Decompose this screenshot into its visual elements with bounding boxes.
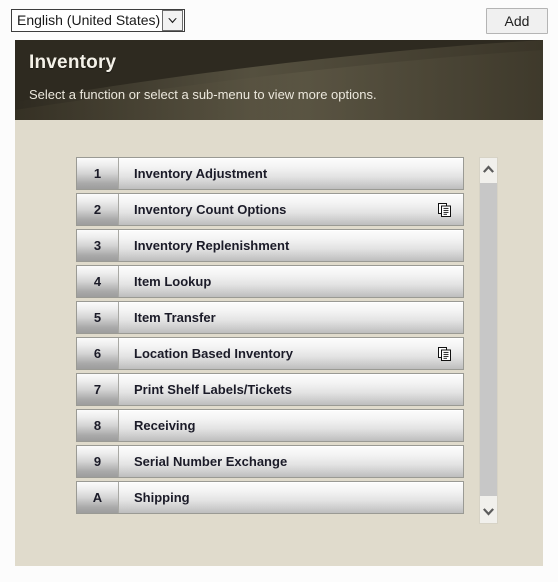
menu-item-label: Location Based Inventory [134, 346, 293, 361]
menu-item-label: Item Lookup [134, 274, 212, 289]
menu-item[interactable]: 4 Item Lookup [76, 265, 464, 298]
menu-item-label: Inventory Count Options [134, 202, 287, 217]
menu-item[interactable]: 2 Inventory Count Options [76, 193, 464, 226]
menu-item-label: Item Transfer [134, 310, 216, 325]
menu-item-key: 7 [77, 374, 119, 405]
menu-item[interactable]: A Shipping [76, 481, 464, 514]
menu-item-label: Print Shelf Labels/Tickets [134, 382, 292, 397]
menu-item-label: Inventory Replenishment [134, 238, 290, 253]
menu-scrollbar[interactable] [479, 157, 498, 524]
scroll-down-button[interactable] [480, 501, 497, 523]
menu-item-key: 9 [77, 446, 119, 477]
menu-item[interactable]: 3 Inventory Replenishment [76, 229, 464, 262]
menu-item-key: 5 [77, 302, 119, 333]
page-header: Inventory Select a function or select a … [15, 40, 543, 120]
menu-item-key: A [77, 482, 119, 513]
chevron-down-icon [482, 507, 495, 517]
page-title: Inventory [29, 52, 117, 73]
page-subtitle: Select a function or select a sub-menu t… [29, 87, 377, 102]
chevron-down-icon[interactable] [162, 10, 183, 31]
menu-list: 1 Inventory Adjustment 2 Inventory Count Op… [76, 157, 464, 517]
language-select[interactable]: English (United States) [11, 9, 185, 32]
menu-item-key: 4 [77, 266, 119, 297]
menu-list-area: 1 Inventory Adjustment 2 Inventory Count Op… [76, 157, 498, 527]
menu-item-key: 6 [77, 338, 119, 369]
submenu-documents-icon [431, 338, 463, 369]
menu-item-key: 8 [77, 410, 119, 441]
content-panel: Inventory Select a function or select a … [15, 40, 543, 566]
submenu-documents-icon [431, 194, 463, 225]
add-button[interactable]: Add [486, 8, 548, 34]
chevron-up-icon [482, 164, 495, 174]
scroll-up-button[interactable] [480, 158, 497, 180]
menu-item[interactable]: 1 Inventory Adjustment [76, 157, 464, 190]
menu-item[interactable]: 5 Item Transfer [76, 301, 464, 334]
menu-item-label: Inventory Adjustment [134, 166, 268, 181]
menu-item-key: 1 [77, 158, 119, 189]
toolbar: English (United States) Add [0, 0, 558, 40]
menu-item-label: Serial Number Exchange [134, 454, 288, 469]
menu-item-label: Receiving [134, 418, 196, 433]
menu-item[interactable]: 7 Print Shelf Labels/Tickets [76, 373, 464, 406]
application-root: English (United States) Add Inventory Se… [0, 0, 558, 582]
menu-item[interactable]: 8 Receiving [76, 409, 464, 442]
menu-item-key: 3 [77, 230, 119, 261]
language-select-value: English (United States) [17, 12, 161, 28]
menu-item[interactable]: 6 Location Based Inventory [76, 337, 464, 370]
page-bottom-strip [0, 566, 558, 582]
add-button-label: Add [504, 13, 530, 29]
menu-item[interactable]: 9 Serial Number Exchange [76, 445, 464, 478]
scrollbar-thumb[interactable] [480, 183, 497, 496]
menu-item-label: Shipping [134, 490, 190, 505]
menu-item-key: 2 [77, 194, 119, 225]
